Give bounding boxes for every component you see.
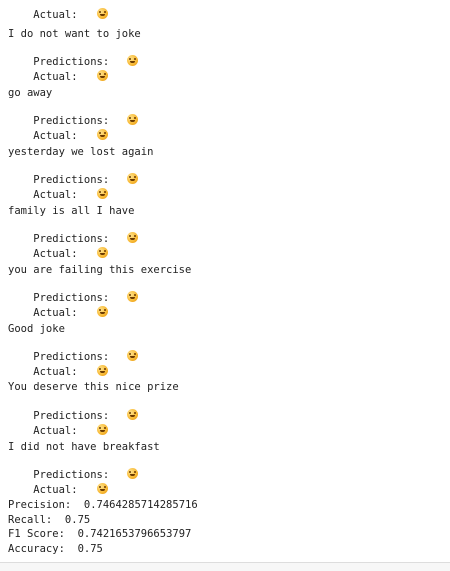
f1-line: F1 Score: 0.7421653796653797 — [8, 527, 191, 541]
actual-line: Actual: — [8, 0, 109, 21]
prediction-line: Predictions: — [8, 100, 139, 127]
actual-line: Actual: — [8, 292, 109, 319]
prediction-line: Predictions: — [8, 395, 139, 422]
actual-label: Actual: — [33, 307, 78, 319]
sample-text: go away — [8, 87, 53, 99]
accuracy-line: Accuracy: 0.75 — [8, 542, 103, 556]
sample-text: you are failing this exercise — [8, 264, 192, 276]
prediction-line: Predictions: — [8, 336, 139, 363]
notebook-output: Actual: I do not want to joke Prediction… — [0, 0, 450, 571]
actual-label: Actual: — [33, 130, 78, 142]
sample-text: I do not want to joke — [8, 28, 141, 40]
disappointed-icon — [97, 306, 109, 317]
smile-icon — [127, 350, 139, 361]
actual-line: Actual: — [8, 115, 109, 142]
smile-icon — [97, 8, 109, 19]
actual-label: Actual: — [33, 71, 78, 83]
precision-label: Precision: — [8, 499, 72, 511]
actual-line: Actual: — [8, 233, 109, 260]
sample-text: yesterday we lost again — [8, 146, 154, 158]
accuracy-value: 0.75 — [77, 543, 103, 555]
actual-label: Actual: — [33, 248, 78, 260]
disappointed-icon — [97, 129, 109, 140]
actual-label: Actual: — [33, 189, 78, 201]
accuracy-label: Accuracy: — [8, 543, 65, 555]
precision-value: 0.7464285714285716 — [83, 499, 198, 511]
f1-label: F1 Score: — [8, 528, 65, 540]
recall-line: Recall: 0.75 — [8, 513, 90, 527]
actual-line: Actual: — [8, 56, 109, 83]
smile-icon — [97, 247, 109, 258]
disappointed-icon — [127, 232, 139, 243]
smile-icon — [97, 483, 109, 494]
smile-icon — [127, 173, 139, 184]
disappointed-icon — [97, 70, 109, 81]
sample-text: family is all I have — [8, 205, 135, 217]
sample-text: I did not have breakfast — [8, 441, 160, 453]
precision-line: Precision: 0.7464285714285716 — [8, 498, 198, 512]
prediction-line: Predictions: — [8, 218, 139, 245]
disappointed-icon — [127, 114, 139, 125]
sample-text: Good joke — [8, 323, 65, 335]
recall-value: 0.75 — [64, 514, 91, 526]
disappointed-icon — [127, 55, 139, 66]
f1-value: 0.7421653796653797 — [77, 528, 192, 540]
actual-label: Actual: — [33, 9, 78, 21]
disappointed-icon — [127, 409, 139, 420]
actual-line: Actual: — [8, 410, 109, 437]
smile-icon — [97, 365, 109, 376]
disappointed-icon — [97, 188, 109, 199]
actual-line: Actual: — [8, 351, 109, 378]
actual-line: Actual: — [8, 469, 109, 496]
actual-label: Actual: — [33, 366, 78, 378]
actual-label: Actual: — [33, 425, 78, 437]
prediction-line: Predictions: — [8, 454, 139, 481]
sample-text: You deserve this nice prize — [8, 381, 179, 393]
actual-line: Actual: — [8, 174, 109, 201]
prediction-line: Predictions: — [8, 159, 139, 186]
prediction-line: Predictions: — [8, 277, 139, 304]
prediction-line: Predictions: — [8, 41, 139, 68]
recall-label: Recall: — [8, 514, 53, 526]
smile-icon — [97, 424, 109, 435]
actual-label: Actual: — [33, 484, 78, 496]
disappointed-icon — [127, 291, 139, 302]
disappointed-icon — [127, 468, 139, 479]
